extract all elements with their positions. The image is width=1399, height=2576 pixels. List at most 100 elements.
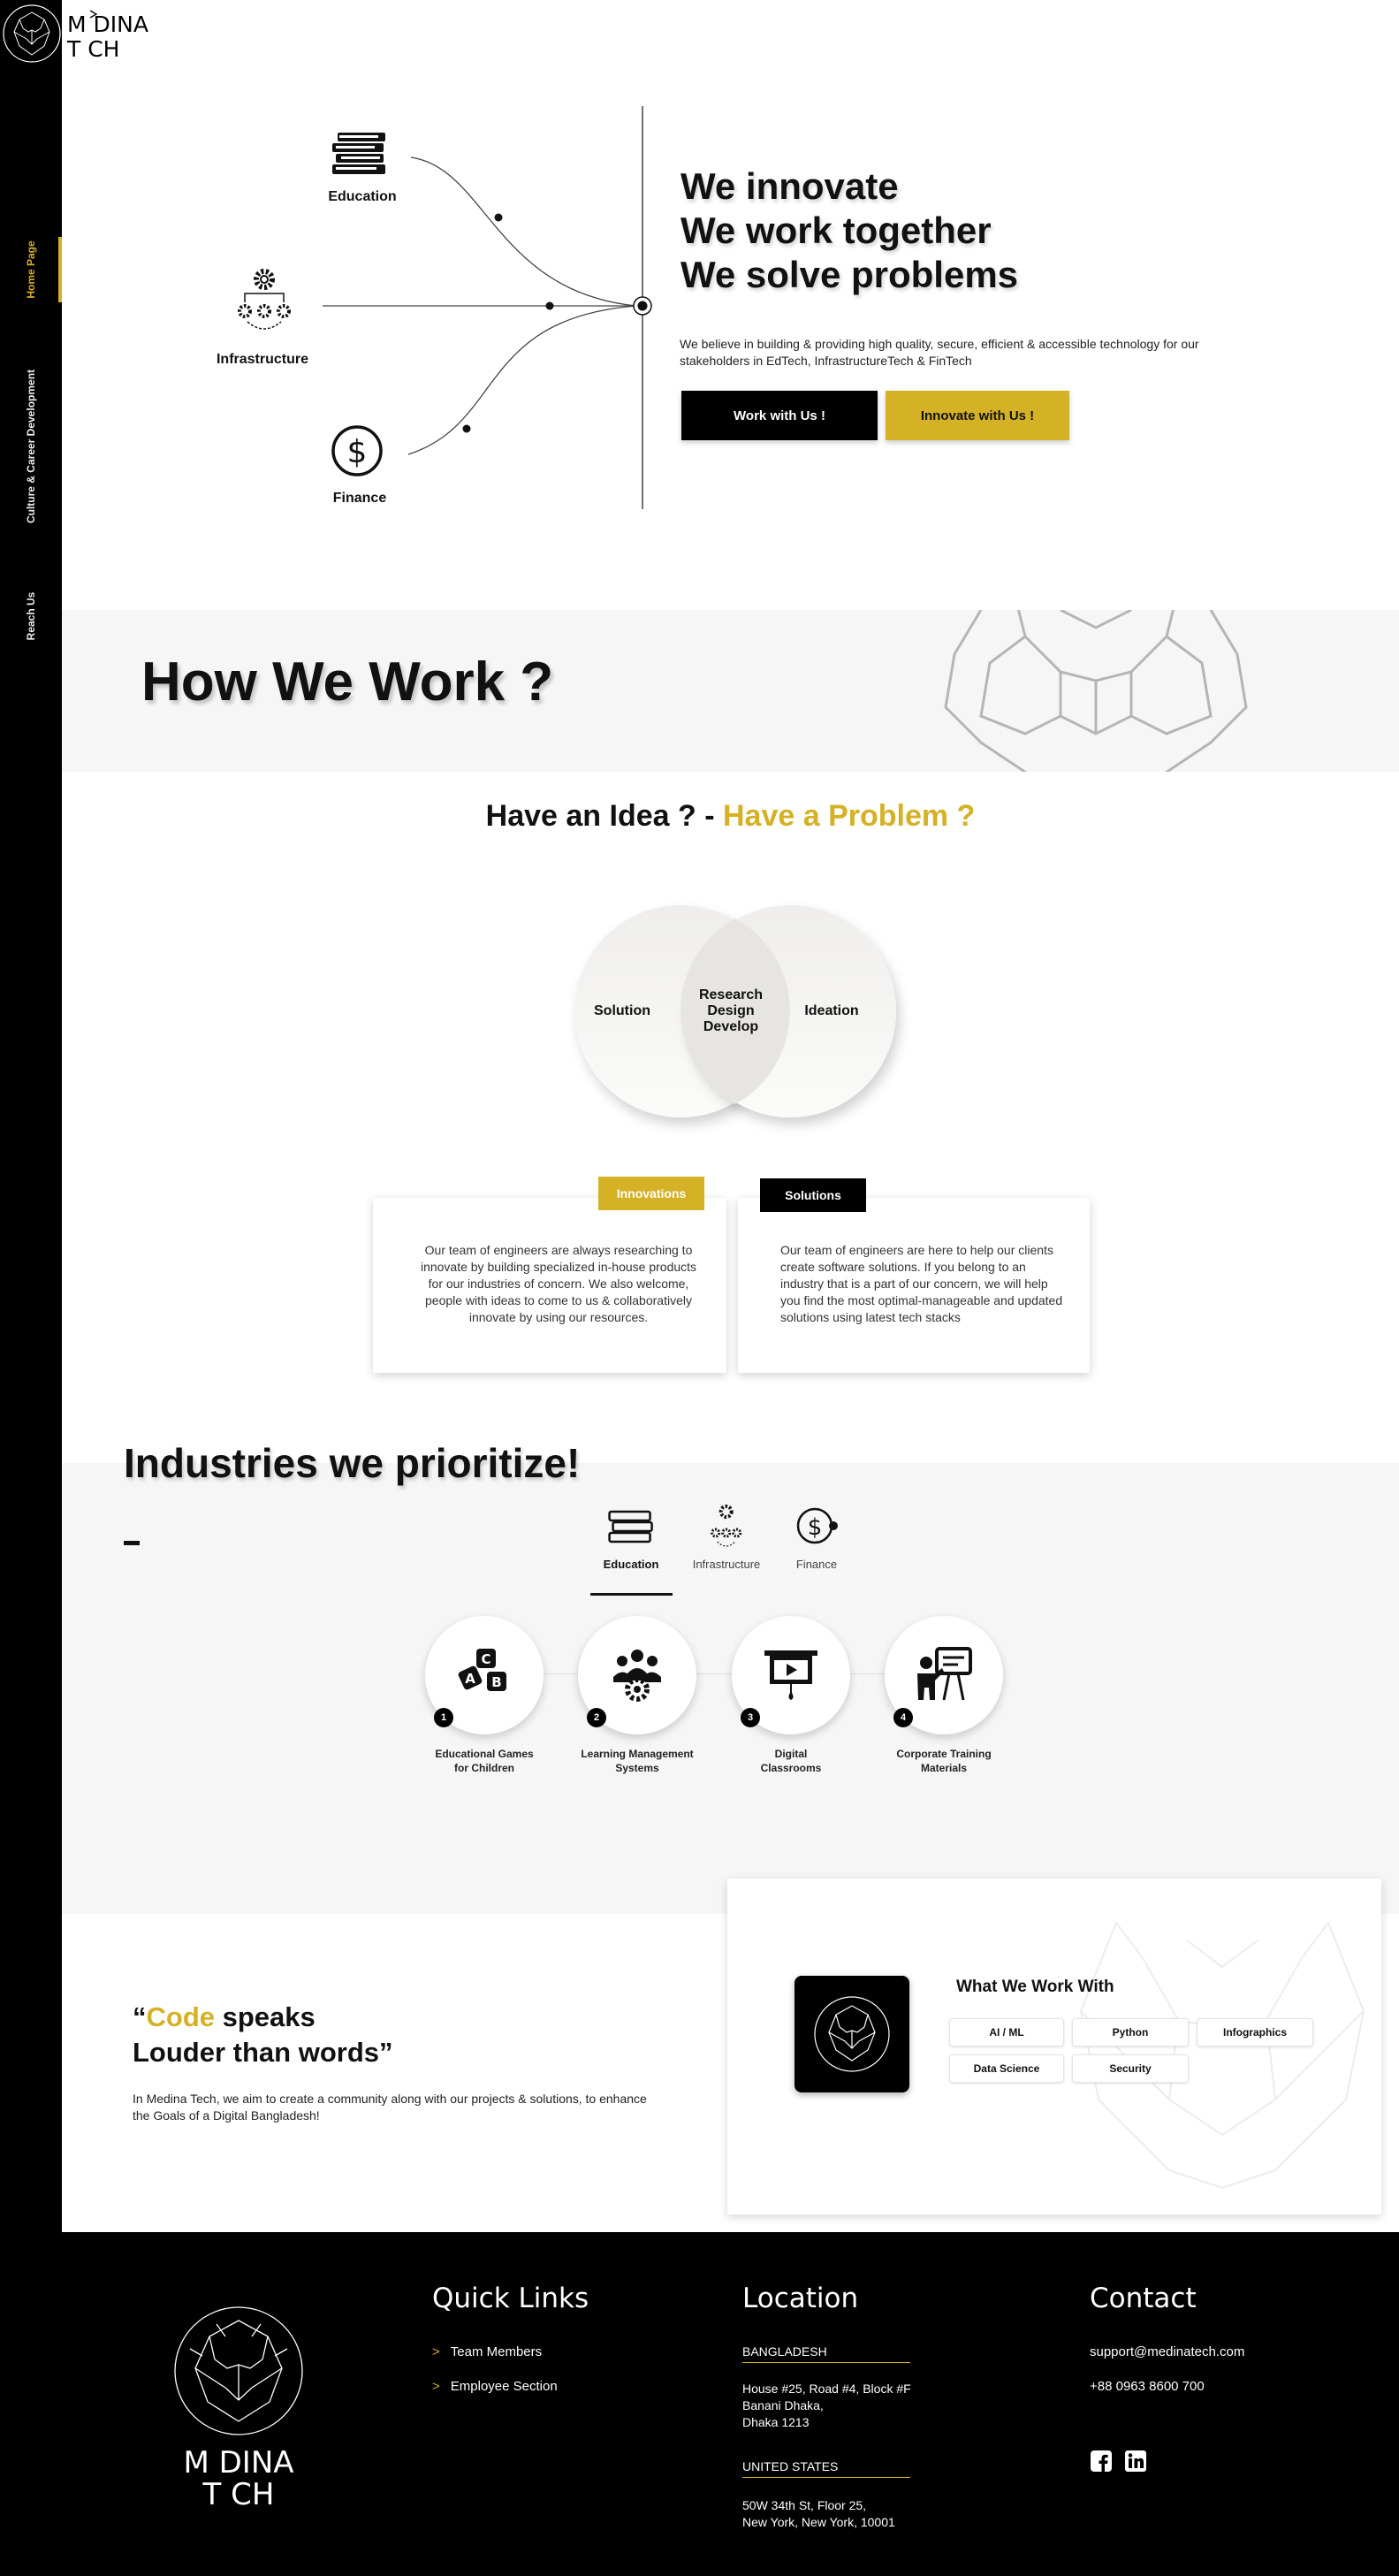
tab-education[interactable]: Education [603, 1501, 659, 1571]
team-members-link[interactable]: > Team Members [432, 2344, 542, 2359]
svg-text:T CH: T CH [66, 36, 119, 60]
tab-finance[interactable]: $ Finance [792, 1501, 841, 1571]
footer: M DINA T CH Quick Links > Team Members > E… [0, 2232, 1399, 2576]
venn-center-line: Research [698, 987, 764, 1002]
innovations-tag: Innovations [598, 1177, 704, 1210]
brand-wordmark[interactable]: M DINA T CH [64, 5, 179, 60]
industry-item-games[interactable]: C A B 1 Educational Games for Children [425, 1616, 544, 1775]
work-with-us-button[interactable]: Work with Us ! [681, 391, 878, 440]
label-line: Corporate Training [896, 1748, 992, 1760]
industry-item-label: Corporate Training Materials [885, 1747, 1003, 1775]
location-title: Location [742, 2283, 859, 2314]
svg-text:M DINA: M DINA [67, 11, 148, 37]
svg-text:M DINA: M DINA [183, 2445, 293, 2481]
tab-infrastructure[interactable]: Infrastructure [693, 1501, 760, 1571]
solutions-card: Our team of engineers are here to help o… [738, 1198, 1090, 1373]
address-line: Dhaka 1213 [742, 2415, 810, 2429]
step-number: 3 [741, 1708, 760, 1727]
address-line: Banani Dhaka, [742, 2398, 824, 2412]
label-line: Learning Management [581, 1748, 694, 1760]
address-line: House #25, Road #4, Block #F [742, 2382, 911, 2396]
innovations-card: Our team of engineers are always researc… [373, 1198, 726, 1373]
label-line: for Children [454, 1762, 514, 1774]
chevron-right-icon: > [432, 2344, 440, 2359]
dollar-icon: $ [796, 1507, 838, 1544]
idea-heading: Have an Idea ? - Have a Problem ? [0, 799, 1399, 834]
label-line: Educational Games [435, 1748, 534, 1760]
how-we-work-title: How We Work ? [141, 652, 554, 713]
tab-finance-label: Finance [795, 1558, 838, 1571]
sidebar-item-culture[interactable]: Culture & Career Development [25, 370, 37, 523]
books-icon [332, 133, 385, 174]
hero-title-line: We solve problems [680, 254, 1019, 295]
link-label: Employee Section [450, 2379, 558, 2394]
quote-line-2: Louder than words” [133, 2037, 393, 2068]
quote-highlight: Code [146, 2001, 216, 2032]
industry-item-circle: 4 [885, 1616, 1003, 1734]
facebook-icon[interactable] [1090, 2450, 1113, 2473]
books-icon [608, 1510, 654, 1543]
industry-item-circle: 2 [578, 1616, 696, 1734]
industry-item-circle: C A B 1 [425, 1616, 544, 1734]
presentation-play-icon [764, 1650, 817, 1700]
sidebar [0, 0, 62, 2232]
innovate-with-us-button[interactable]: Innovate with Us ! [886, 391, 1069, 440]
medina-logo-tile [795, 1976, 909, 2092]
sidebar-item-home[interactable]: Home Page [25, 240, 37, 298]
industry-item-label: Learning Management Systems [578, 1747, 696, 1775]
industry-item-label: Educational Games for Children [425, 1747, 544, 1775]
quote-text: speaks [215, 2001, 316, 2032]
lion-watermark-icon [1079, 1922, 1365, 2190]
gears-icon [238, 269, 291, 330]
chip-ai-ml: AI / ML [949, 2018, 1064, 2046]
linkedin-icon[interactable] [1124, 2450, 1147, 2473]
contact-email[interactable]: support@medinatech.com [1090, 2344, 1244, 2359]
hero-description: We believe in building & providing high … [680, 337, 1199, 368]
label-line: Materials [920, 1762, 968, 1774]
active-tab-underline [590, 1593, 673, 1596]
step-number: 1 [434, 1708, 453, 1727]
industry-item-lms[interactable]: 2 Learning Management Systems [578, 1616, 696, 1775]
tab-education-label: Education [603, 1558, 659, 1571]
hero-title-line: We innovate [680, 165, 899, 207]
industry-item-classrooms[interactable]: 3 Digital Classrooms [732, 1616, 850, 1775]
quick-links-title: Quick Links [432, 2283, 589, 2314]
address-bangladesh: House #25, Road #4, Block #F Banani Dhak… [742, 2381, 911, 2431]
svg-text:$: $ [347, 434, 368, 470]
gears-icon [711, 1505, 742, 1547]
innovations-text: Our team of engineers are always researc… [420, 1243, 697, 1324]
venn-label-ideation: Ideation [804, 1003, 859, 1018]
industry-item-training[interactable]: 4 Corporate Training Materials [885, 1616, 1003, 1775]
svg-text:$: $ [808, 1514, 823, 1541]
chip-data-science: Data Science [949, 2054, 1064, 2083]
svg-text:B: B [491, 1674, 501, 1690]
industries-title: Industries we prioritize! [124, 1440, 581, 1486]
chip-python: Python [1072, 2018, 1189, 2046]
code-description: In Medina Tech, we aim to create a commu… [133, 2092, 647, 2123]
quote-mark: “ [133, 2001, 147, 2032]
contact-phone[interactable]: +88 0963 8600 700 [1090, 2379, 1205, 2394]
lion-logo-icon[interactable] [2, 4, 62, 64]
contact-title: Contact [1090, 2283, 1197, 2314]
label-line: Classrooms [760, 1762, 822, 1774]
diagram-label-infrastructure: Infrastructure [216, 352, 309, 367]
employee-section-link[interactable]: > Employee Section [432, 2379, 558, 2394]
lion-watermark-icon [944, 610, 1248, 772]
solutions-tag: Solutions [760, 1178, 866, 1212]
diagram-label-finance: Finance [332, 491, 387, 506]
how-we-work-banner: How We Work ? [62, 610, 1399, 772]
what-we-work-with-card: What We Work With AI / ML Python Infogra… [727, 1879, 1381, 2214]
link-label: Team Members [450, 2344, 543, 2359]
trainer-board-icon [917, 1647, 972, 1701]
footer-logo[interactable]: M DINA T CH [163, 2305, 314, 2508]
address-line: New York, New York, 10001 [742, 2515, 895, 2529]
country-united-states: UNITED STATES [742, 2459, 910, 2478]
venn-diagram: Solution Research Design Develop Ideatio… [566, 902, 901, 1123]
what-we-work-with-title: What We Work With [956, 1978, 1114, 1996]
idea-heading-prefix: Have an Idea ? - [485, 799, 723, 833]
sidebar-item-reach-us[interactable]: Reach Us [25, 592, 37, 641]
label-line: Systems [615, 1762, 659, 1774]
industry-item-label: Digital Classrooms [732, 1747, 850, 1775]
venn-label-solution: Solution [594, 1003, 650, 1018]
svg-text:T CH: T CH [202, 2477, 275, 2508]
